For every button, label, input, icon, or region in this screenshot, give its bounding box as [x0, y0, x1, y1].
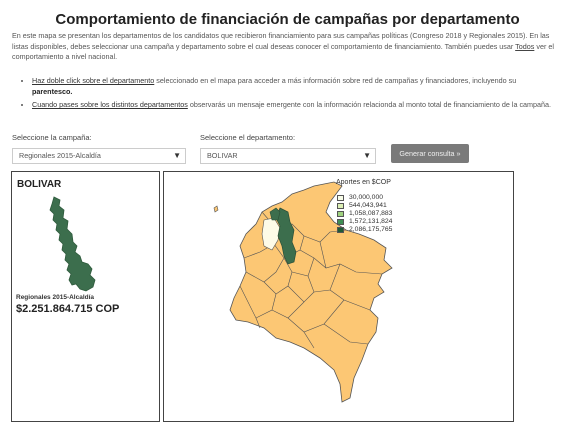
- chevron-down-icon: ▼: [363, 151, 371, 160]
- legend-label: 1,572,131,824: [349, 218, 393, 225]
- department-select[interactable]: BOLIVAR ▼: [200, 148, 376, 164]
- tip-link[interactable]: Cuando pases sobre los distintos departa…: [32, 100, 188, 109]
- legend-swatch: [337, 211, 344, 217]
- map-island: [213, 205, 219, 213]
- legend-item: 544,043,941: [337, 202, 417, 210]
- campaign-label: Seleccione la campaña:: [12, 133, 92, 142]
- legend-swatch: [337, 227, 344, 233]
- detail-amount: $2.251.864.715 COP: [16, 303, 120, 315]
- legend-item: 1,572,131,824: [337, 218, 417, 226]
- legend-swatch: [337, 219, 344, 225]
- detail-campaign-name: Regionales 2015-Alcaldía: [16, 294, 95, 301]
- page-title: Comportamiento de financiación de campañ…: [55, 11, 520, 28]
- tip-link[interactable]: Haz doble click sobre el departamento: [32, 76, 154, 85]
- chevron-down-icon: ▼: [173, 151, 181, 160]
- legend-label: 1,058,087,883: [349, 210, 393, 217]
- tip-bold: parentesco.: [32, 86, 73, 96]
- tips-list: Haz doble click sobre el departamento se…: [12, 76, 575, 114]
- generate-query-button[interactable]: Generar consulta »: [391, 144, 469, 163]
- department-detail-panel: BOLIVAR Regionales 2015-Alcaldía $2.251.…: [11, 171, 160, 422]
- legend-swatch: [337, 203, 344, 209]
- bolivar-shape: [49, 196, 96, 292]
- legend-item: 30,000,000: [337, 194, 417, 202]
- campaign-select[interactable]: Regionales 2015-Alcaldía ▼: [12, 148, 186, 164]
- department-label: Seleccione el departamento:: [200, 133, 296, 142]
- todos-link[interactable]: Todos: [515, 42, 534, 51]
- legend-label: 30,000,000: [349, 194, 384, 201]
- map-legend: Aportes en $COP 30,000,000 544,043,941 1…: [336, 179, 417, 234]
- legend-title: Aportes en $COP: [336, 179, 391, 186]
- department-shape: [49, 196, 96, 292]
- tip-item: Cuando pases sobre los distintos departa…: [32, 100, 575, 111]
- detail-department-name: BOLIVAR: [17, 179, 62, 190]
- tip-text: seleccionado en el mapa para acceder a m…: [154, 76, 517, 85]
- intro-text: En este mapa se presentan los departamen…: [12, 31, 564, 63]
- tip-text: observarás un mensaje emergente con la i…: [187, 100, 552, 110]
- legend-swatch: [337, 195, 344, 201]
- tip-item: Haz doble click sobre el departamento se…: [32, 76, 575, 97]
- legend-item: 1,058,087,883: [337, 210, 417, 218]
- legend-label: 2,086,175,765: [349, 226, 393, 233]
- legend-label: 544,043,941: [349, 202, 387, 209]
- intro-part-1: En este mapa se presentan los departamen…: [12, 31, 550, 51]
- map-panel: Aportes en $COP 30,000,000 544,043,941 1…: [163, 171, 514, 422]
- campaign-select-value: Regionales 2015-Alcaldía: [19, 151, 101, 160]
- legend-item: 2,086,175,765: [337, 226, 417, 234]
- department-select-value: BOLIVAR: [207, 151, 238, 160]
